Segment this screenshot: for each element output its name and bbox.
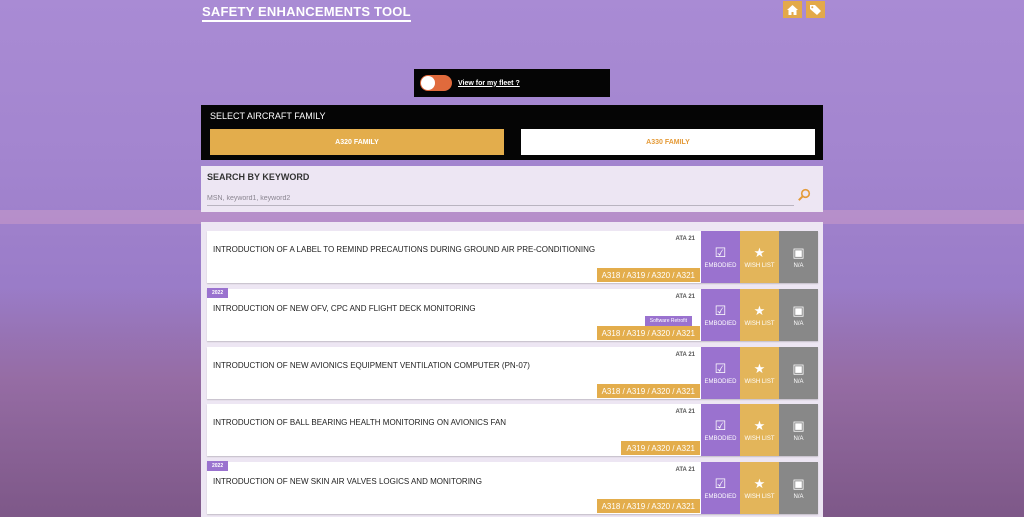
- home-icon[interactable]: [783, 1, 802, 18]
- item-title: INTRODUCTION OF BALL BEARING HEALTH MONI…: [213, 418, 507, 427]
- archive-icon: ▣: [792, 360, 805, 376]
- embodied-button[interactable]: ☑ EMBODIED: [701, 231, 740, 283]
- list-item[interactable]: INTRODUCTION OF NEW AVIONICS EQUIPMENT V…: [207, 347, 818, 399]
- wish-list-label: WISH LIST: [744, 435, 775, 442]
- embodied-label: EMBODIED: [704, 435, 737, 442]
- na-button[interactable]: ▣ N/A: [779, 231, 818, 283]
- archive-icon: ▣: [792, 475, 805, 491]
- ata-label: ATA 21: [675, 236, 695, 242]
- toggle-knob: [421, 76, 435, 90]
- wish-list-button[interactable]: ★ WISH LIST: [740, 289, 779, 341]
- aircraft-family-panel: SELECT AIRCRAFT FAMILY A320 FAMILY A330 …: [201, 105, 823, 160]
- checkbox-icon: ☑: [714, 360, 727, 376]
- tag-icon[interactable]: [806, 1, 825, 18]
- embodied-label: EMBODIED: [704, 378, 737, 385]
- checkbox-icon: ☑: [714, 417, 727, 433]
- star-icon: ★: [753, 417, 766, 433]
- embodied-button[interactable]: ☑ EMBODIED: [701, 462, 740, 514]
- search-icon[interactable]: [797, 188, 813, 204]
- na-label: N/A: [793, 435, 804, 442]
- na-button[interactable]: ▣ N/A: [779, 347, 818, 399]
- embodied-label: EMBODIED: [704, 262, 737, 269]
- item-title: INTRODUCTION OF NEW OFV, CPC AND FLIGHT …: [213, 304, 476, 313]
- search-panel: SEARCH BY KEYWORD: [201, 166, 823, 212]
- app-title: SAFETY ENHANCEMENTS TOOL: [202, 4, 411, 22]
- fleet-toggle[interactable]: [420, 75, 452, 91]
- star-icon: ★: [753, 244, 766, 260]
- wish-list-label: WISH LIST: [744, 378, 775, 385]
- checkbox-icon: ☑: [714, 302, 727, 318]
- na-button[interactable]: ▣ N/A: [779, 404, 818, 456]
- na-label: N/A: [793, 262, 804, 269]
- aircraft-badge: A318 / A319 / A320 / A321: [596, 268, 700, 282]
- wish-list-button[interactable]: ★ WISH LIST: [740, 347, 779, 399]
- ata-label: ATA 21: [675, 294, 695, 300]
- wish-list-button[interactable]: ★ WISH LIST: [740, 231, 779, 283]
- embodied-button[interactable]: ☑ EMBODIED: [701, 289, 740, 341]
- wish-list-label: WISH LIST: [744, 320, 775, 327]
- a330-family-button[interactable]: A330 FAMILY: [521, 129, 815, 155]
- na-label: N/A: [793, 320, 804, 327]
- year-badge: 2022: [207, 461, 229, 471]
- checkbox-icon: ☑: [714, 244, 727, 260]
- fleet-filter: View for my fleet ?: [414, 69, 610, 97]
- top-icons: [783, 1, 825, 18]
- embodied-label: EMBODIED: [704, 320, 737, 327]
- aircraft-badge: A319 / A320 / A321: [621, 441, 700, 455]
- archive-icon: ▣: [792, 302, 805, 318]
- list-item[interactable]: 2022 INTRODUCTION OF NEW OFV, CPC AND FL…: [207, 288, 818, 341]
- a320-family-button[interactable]: A320 FAMILY: [210, 129, 504, 155]
- item-title: INTRODUCTION OF NEW SKIN AIR VALVES LOGI…: [213, 477, 482, 486]
- archive-icon: ▣: [792, 244, 805, 260]
- na-button[interactable]: ▣ N/A: [779, 462, 818, 514]
- checkbox-icon: ☑: [714, 475, 727, 491]
- software-retrofit-badge: Software Retrofit: [644, 316, 692, 326]
- search-title: SEARCH BY KEYWORD: [207, 172, 310, 182]
- list-item[interactable]: 2022 INTRODUCTION OF NEW SKIN AIR VALVES…: [207, 461, 818, 514]
- star-icon: ★: [753, 302, 766, 318]
- embodied-label: EMBODIED: [704, 493, 737, 500]
- ata-label: ATA 21: [675, 409, 695, 415]
- star-icon: ★: [753, 360, 766, 376]
- wish-list-label: WISH LIST: [744, 262, 775, 269]
- search-input[interactable]: [207, 191, 794, 206]
- family-title: SELECT AIRCRAFT FAMILY: [210, 111, 326, 121]
- aircraft-badge: A318 / A319 / A320 / A321: [596, 384, 700, 398]
- embodied-button[interactable]: ☑ EMBODIED: [701, 347, 740, 399]
- wish-list-button[interactable]: ★ WISH LIST: [740, 404, 779, 456]
- list-item[interactable]: INTRODUCTION OF A LABEL TO REMIND PRECAU…: [207, 231, 818, 283]
- year-badge: 2022: [207, 288, 229, 298]
- ata-label: ATA 21: [675, 352, 695, 358]
- item-title: INTRODUCTION OF A LABEL TO REMIND PRECAU…: [213, 245, 596, 254]
- ata-label: ATA 21: [675, 467, 695, 473]
- embodied-button[interactable]: ☑ EMBODIED: [701, 404, 740, 456]
- star-icon: ★: [753, 475, 766, 491]
- aircraft-badge: A318 / A319 / A320 / A321: [596, 499, 700, 513]
- aircraft-badge: A318 / A319 / A320 / A321: [596, 326, 700, 340]
- list-item[interactable]: INTRODUCTION OF BALL BEARING HEALTH MONI…: [207, 404, 818, 456]
- item-title: INTRODUCTION OF NEW AVIONICS EQUIPMENT V…: [213, 361, 530, 370]
- wish-list-label: WISH LIST: [744, 493, 775, 500]
- archive-icon: ▣: [792, 417, 805, 433]
- results-list: INTRODUCTION OF A LABEL TO REMIND PRECAU…: [201, 222, 823, 517]
- na-label: N/A: [793, 378, 804, 385]
- na-label: N/A: [793, 493, 804, 500]
- wish-list-button[interactable]: ★ WISH LIST: [740, 462, 779, 514]
- na-button[interactable]: ▣ N/A: [779, 289, 818, 341]
- fleet-link[interactable]: View for my fleet ?: [458, 80, 520, 87]
